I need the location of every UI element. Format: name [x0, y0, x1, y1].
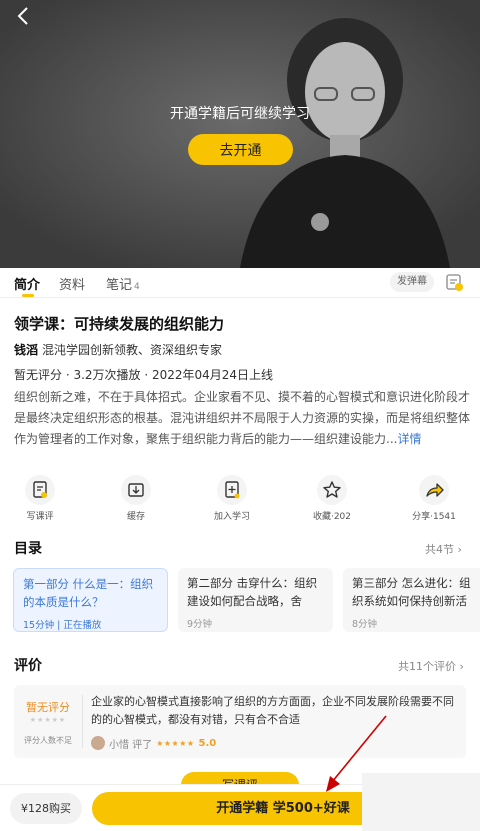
catalog-more-link[interactable]: 共4节 ›: [425, 541, 462, 557]
reviews-more-link[interactable]: 共11个评价 ›: [398, 658, 464, 674]
divider: [82, 695, 83, 748]
notes-count: 4: [134, 282, 140, 292]
details-link[interactable]: 详情: [397, 432, 421, 446]
back-arrow-icon[interactable]: [12, 4, 36, 28]
empty-stars: ★★★★★: [29, 716, 67, 724]
chapter-card-3[interactable]: 第三部分 怎么进化：组织系统如何保持创新活力? 8分钟: [343, 568, 480, 632]
write-review-icon: [25, 475, 55, 505]
send-danmu-button[interactable]: 发弹幕: [390, 272, 434, 292]
active-tab-indicator: [22, 294, 34, 297]
teacher-title: 混沌学园创新领教、资深组织专家: [42, 343, 223, 357]
tab-intro[interactable]: 简介: [14, 274, 40, 293]
danmu-toggle-icon[interactable]: [444, 272, 464, 292]
corner-overlay: [362, 773, 480, 831]
review-text: 企业家的心智模式直接影响了组织的方方面面，企业不同发展阶段需要不同的的心智模式，…: [91, 695, 454, 726]
score-note: 评分人数不足: [24, 736, 72, 745]
course-description: 组织创新之难，不在于具体招式。企业家看不见、摸不着的心智模式和意识进化阶段才是最…: [14, 390, 471, 446]
score-summary: 暂无评分 ★★★★★ 评分人数不足: [14, 685, 82, 758]
open-membership-button[interactable]: 去开通: [188, 134, 293, 165]
tab-materials[interactable]: 资料: [59, 274, 85, 293]
rating-score: 5.0: [198, 737, 217, 749]
star-icon: [317, 475, 347, 505]
course-title: 领学课：可持续发展的组织能力: [14, 315, 225, 333]
share-action[interactable]: 分享·1541: [404, 475, 464, 522]
add-study-icon: [217, 475, 247, 505]
chapter-card-1[interactable]: 第一部分 什么是一：组织的本质是什么？ 15分钟 | 正在播放: [13, 568, 168, 632]
action-row: 写课评 缓存 加入学习 收藏·202 分享·1541: [0, 475, 480, 525]
no-score-label: 暂无评分: [26, 701, 70, 714]
favorite-action[interactable]: 收藏·202: [302, 475, 362, 522]
download-icon: [121, 475, 151, 505]
review-card[interactable]: 暂无评分 ★★★★★ 评分人数不足 企业家的心智模式直接影响了组织的方方面面，企…: [14, 685, 466, 758]
catalog-title: 目录: [14, 541, 42, 557]
download-action[interactable]: 缓存: [106, 475, 166, 522]
write-review-action[interactable]: 写课评: [10, 475, 70, 522]
tab-notes[interactable]: 笔记 4: [106, 274, 140, 293]
reviewer-row: 小惜 评了 ★★★★★ 5.0: [91, 735, 216, 751]
reviewer-name: 小惜 评了: [109, 739, 153, 751]
teacher-info: 钱滔 混沌学园创新领教、资深组织专家: [14, 341, 222, 358]
share-icon: [419, 475, 449, 505]
course-stats: 暂无评分 · 3.2万次播放 · 2022年04月24日上线: [14, 368, 274, 382]
reviews-title: 评价: [14, 658, 42, 674]
subscribe-prompt: 开通学籍后可继续学习: [170, 106, 310, 122]
video-player[interactable]: 开通学籍后可继续学习 去开通: [0, 0, 480, 268]
buy-button[interactable]: ¥128购买: [10, 793, 82, 824]
rating-stars: ★★★★★: [156, 738, 195, 748]
chapter-card-2[interactable]: 第二部分 击穿什么：组织建设如何配合战略，舍九... 9分钟: [178, 568, 333, 632]
teacher-name[interactable]: 钱滔: [14, 343, 38, 357]
avatar: [91, 736, 105, 750]
tab-bar: 简介 资料 笔记 4 发弹幕: [0, 268, 480, 298]
add-study-action[interactable]: 加入学习: [202, 475, 262, 522]
